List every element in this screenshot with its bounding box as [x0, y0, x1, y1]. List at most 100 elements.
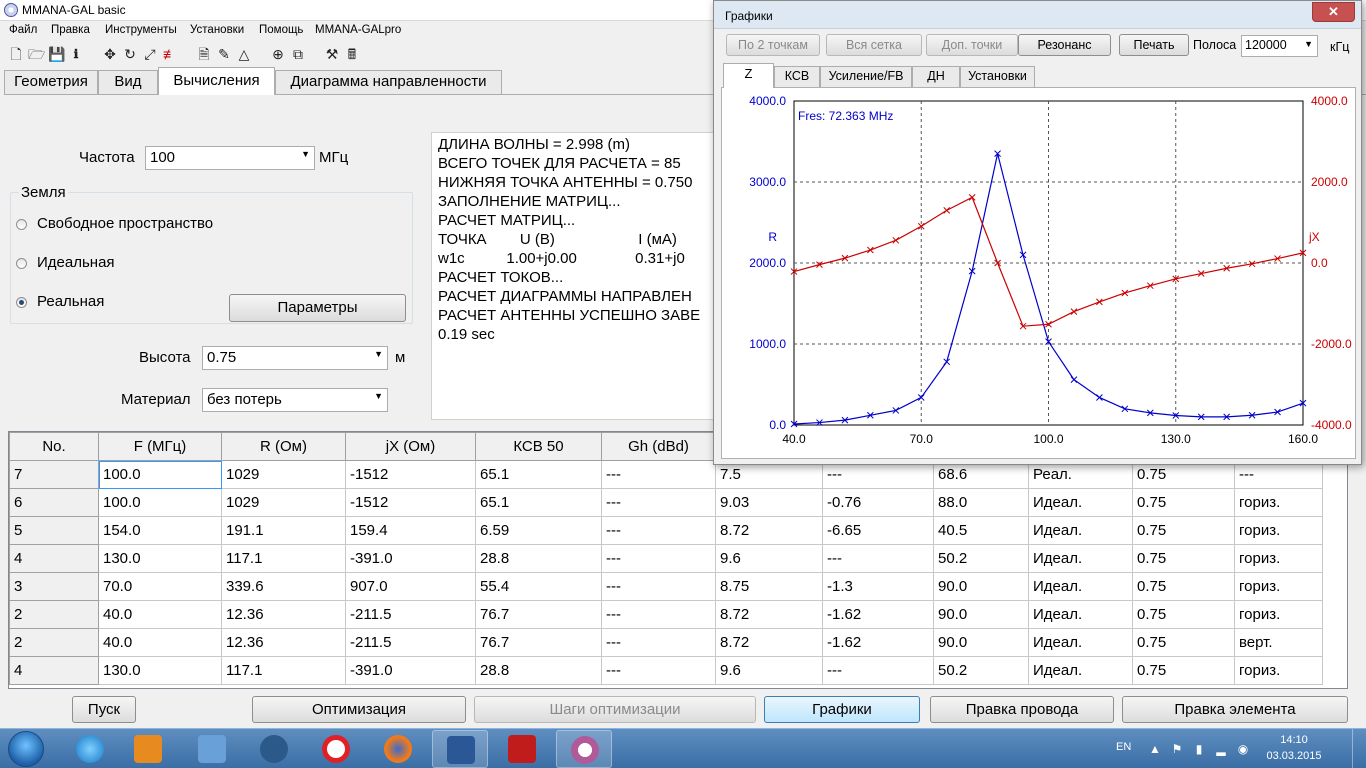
- ground-real-radio[interactable]: [16, 297, 27, 308]
- table-cell[interactable]: 154.0: [98, 516, 222, 545]
- table-cell[interactable]: 1029: [221, 460, 346, 489]
- calculation-log[interactable]: ДЛИНА ВОЛНЫ = 2.998 (m) ВСЕГО ТОЧЕК ДЛЯ …: [431, 132, 731, 420]
- battery-icon[interactable]: ▮: [1192, 742, 1206, 756]
- table-cell[interactable]: -1512: [345, 488, 476, 517]
- taskbar-media-player[interactable]: [120, 730, 176, 768]
- table-cell[interactable]: ---: [601, 460, 716, 489]
- table-cell[interactable]: -211.5: [345, 600, 476, 629]
- table-cell[interactable]: 8.72: [715, 516, 823, 545]
- table-cell[interactable]: ---: [822, 544, 934, 573]
- table-cell[interactable]: 76.7: [475, 600, 602, 629]
- col-header-swr[interactable]: КСВ 50: [475, 432, 602, 461]
- scale-icon[interactable]: ⤢: [142, 46, 158, 62]
- graphs-button[interactable]: Графики: [764, 696, 920, 723]
- table-cell[interactable]: -211.5: [345, 628, 476, 657]
- menu-edit[interactable]: Правка: [51, 24, 90, 36]
- table-cell[interactable]: -1.62: [822, 628, 934, 657]
- table-cell[interactable]: 12.36: [221, 628, 346, 657]
- new-file-icon[interactable]: 🗋: [8, 46, 24, 62]
- tab-view[interactable]: Вид: [98, 70, 158, 94]
- graph-tab-settings[interactable]: Установки: [960, 66, 1035, 87]
- table-cell[interactable]: 159.4: [345, 516, 476, 545]
- table-cell[interactable]: 339.6: [221, 572, 346, 601]
- tab-radiation-pattern[interactable]: Диаграмма направленности: [275, 70, 502, 94]
- show-desktop-button[interactable]: [1352, 729, 1366, 768]
- table-cell[interactable]: гориз.: [1234, 656, 1323, 685]
- close-icon[interactable]: ✕: [1312, 2, 1355, 22]
- table-cell[interactable]: 55.4: [475, 572, 602, 601]
- table-cell[interactable]: 0.75: [1132, 656, 1235, 685]
- band-combo[interactable]: 120000 ▼: [1241, 35, 1318, 57]
- start-button[interactable]: [8, 731, 44, 767]
- graphs-titlebar[interactable]: Графики ✕: [714, 1, 1361, 29]
- table-cell[interactable]: 100.0: [98, 460, 222, 489]
- print-button[interactable]: Печать: [1119, 34, 1189, 56]
- extra-points-button[interactable]: Доп. точки: [926, 34, 1018, 56]
- open-folder-icon[interactable]: 🗁: [28, 46, 45, 62]
- table-cell[interactable]: -1.62: [822, 600, 934, 629]
- table-cell[interactable]: гориз.: [1234, 516, 1323, 545]
- run-button[interactable]: Пуск: [72, 696, 136, 723]
- table-cell[interactable]: 50.2: [933, 656, 1029, 685]
- table-cell[interactable]: 28.8: [475, 656, 602, 685]
- table-cell[interactable]: Идеал.: [1028, 656, 1133, 685]
- optimize-button[interactable]: Оптимизация: [252, 696, 466, 723]
- table-cell[interactable]: 90.0: [933, 600, 1029, 629]
- table-row[interactable]: 4 130.0 117.1 -391.0 28.8 --- 9.6 --- 50.2 Идеал…: [9, 544, 1323, 573]
- table-cell[interactable]: ---: [601, 600, 716, 629]
- row-header-cell[interactable]: 2: [9, 628, 99, 657]
- two-points-button[interactable]: По 2 точкам: [726, 34, 820, 56]
- info-icon[interactable]: ℹ: [68, 46, 84, 62]
- table-cell[interactable]: 907.0: [345, 572, 476, 601]
- table-cell[interactable]: 40.5: [933, 516, 1029, 545]
- taskbar-mmana[interactable]: [556, 730, 612, 768]
- table-cell[interactable]: Идеал.: [1028, 488, 1133, 517]
- table-cell[interactable]: 70.0: [98, 572, 222, 601]
- table-cell[interactable]: 8.72: [715, 628, 823, 657]
- table-cell[interactable]: 117.1: [221, 656, 346, 685]
- col-header-gh[interactable]: Gh (dBd): [601, 432, 716, 461]
- table-cell[interactable]: 50.2: [933, 544, 1029, 573]
- table-cell[interactable]: 12.36: [221, 600, 346, 629]
- height-combo[interactable]: 0.75 ▼: [202, 346, 388, 370]
- table-cell[interactable]: Идеал.: [1028, 628, 1133, 657]
- table-cell[interactable]: -1512: [345, 460, 476, 489]
- table-cell[interactable]: 130.0: [98, 656, 222, 685]
- graph-tab-z[interactable]: Z: [723, 63, 774, 88]
- table-cell[interactable]: 9.6: [715, 544, 823, 573]
- menu-tools[interactable]: Инструменты: [105, 24, 177, 36]
- row-header-cell[interactable]: 7: [9, 460, 99, 489]
- table-cell[interactable]: ---: [822, 656, 934, 685]
- table-cell[interactable]: 90.0: [933, 572, 1029, 601]
- table-cell[interactable]: 0.75: [1132, 516, 1235, 545]
- move-icon[interactable]: ✥: [102, 46, 118, 62]
- table-cell[interactable]: -1.3: [822, 572, 934, 601]
- taskbar-app-g[interactable]: [246, 730, 302, 768]
- table-cell[interactable]: 90.0: [933, 628, 1029, 657]
- table-cell[interactable]: 0.75: [1132, 544, 1235, 573]
- menu-help[interactable]: Помощь: [259, 24, 303, 36]
- table-cell[interactable]: 117.1: [221, 544, 346, 573]
- table-cell[interactable]: 0.75: [1132, 600, 1235, 629]
- table-cell[interactable]: ---: [601, 628, 716, 657]
- frequency-combo[interactable]: 100 ▼: [145, 146, 315, 170]
- flag-icon[interactable]: ⚑: [1170, 742, 1184, 756]
- table-cell[interactable]: Идеал.: [1028, 516, 1133, 545]
- table-cell[interactable]: 8.75: [715, 572, 823, 601]
- tools-icon[interactable]: ⚒: [324, 46, 340, 62]
- table-cell[interactable]: Идеал.: [1028, 544, 1133, 573]
- clock-date[interactable]: 03.03.2015: [1266, 750, 1322, 762]
- col-header-jx[interactable]: jX (Ом): [345, 432, 476, 461]
- calculator-icon[interactable]: 🖩: [344, 46, 360, 62]
- table-cell[interactable]: -6.65: [822, 516, 934, 545]
- tab-calculations[interactable]: Вычисления: [158, 67, 275, 95]
- table-cell[interactable]: 0.75: [1132, 488, 1235, 517]
- table-cell[interactable]: 40.0: [98, 628, 222, 657]
- table-cell[interactable]: 65.1: [475, 488, 602, 517]
- table-cell[interactable]: 9.03: [715, 488, 823, 517]
- table-cell[interactable]: 191.1: [221, 516, 346, 545]
- graph-tab-gain-fb[interactable]: Усиление/FB: [820, 66, 912, 87]
- table-cell[interactable]: ---: [601, 516, 716, 545]
- table-cell[interactable]: гориз.: [1234, 488, 1323, 517]
- table-cell[interactable]: 28.8: [475, 544, 602, 573]
